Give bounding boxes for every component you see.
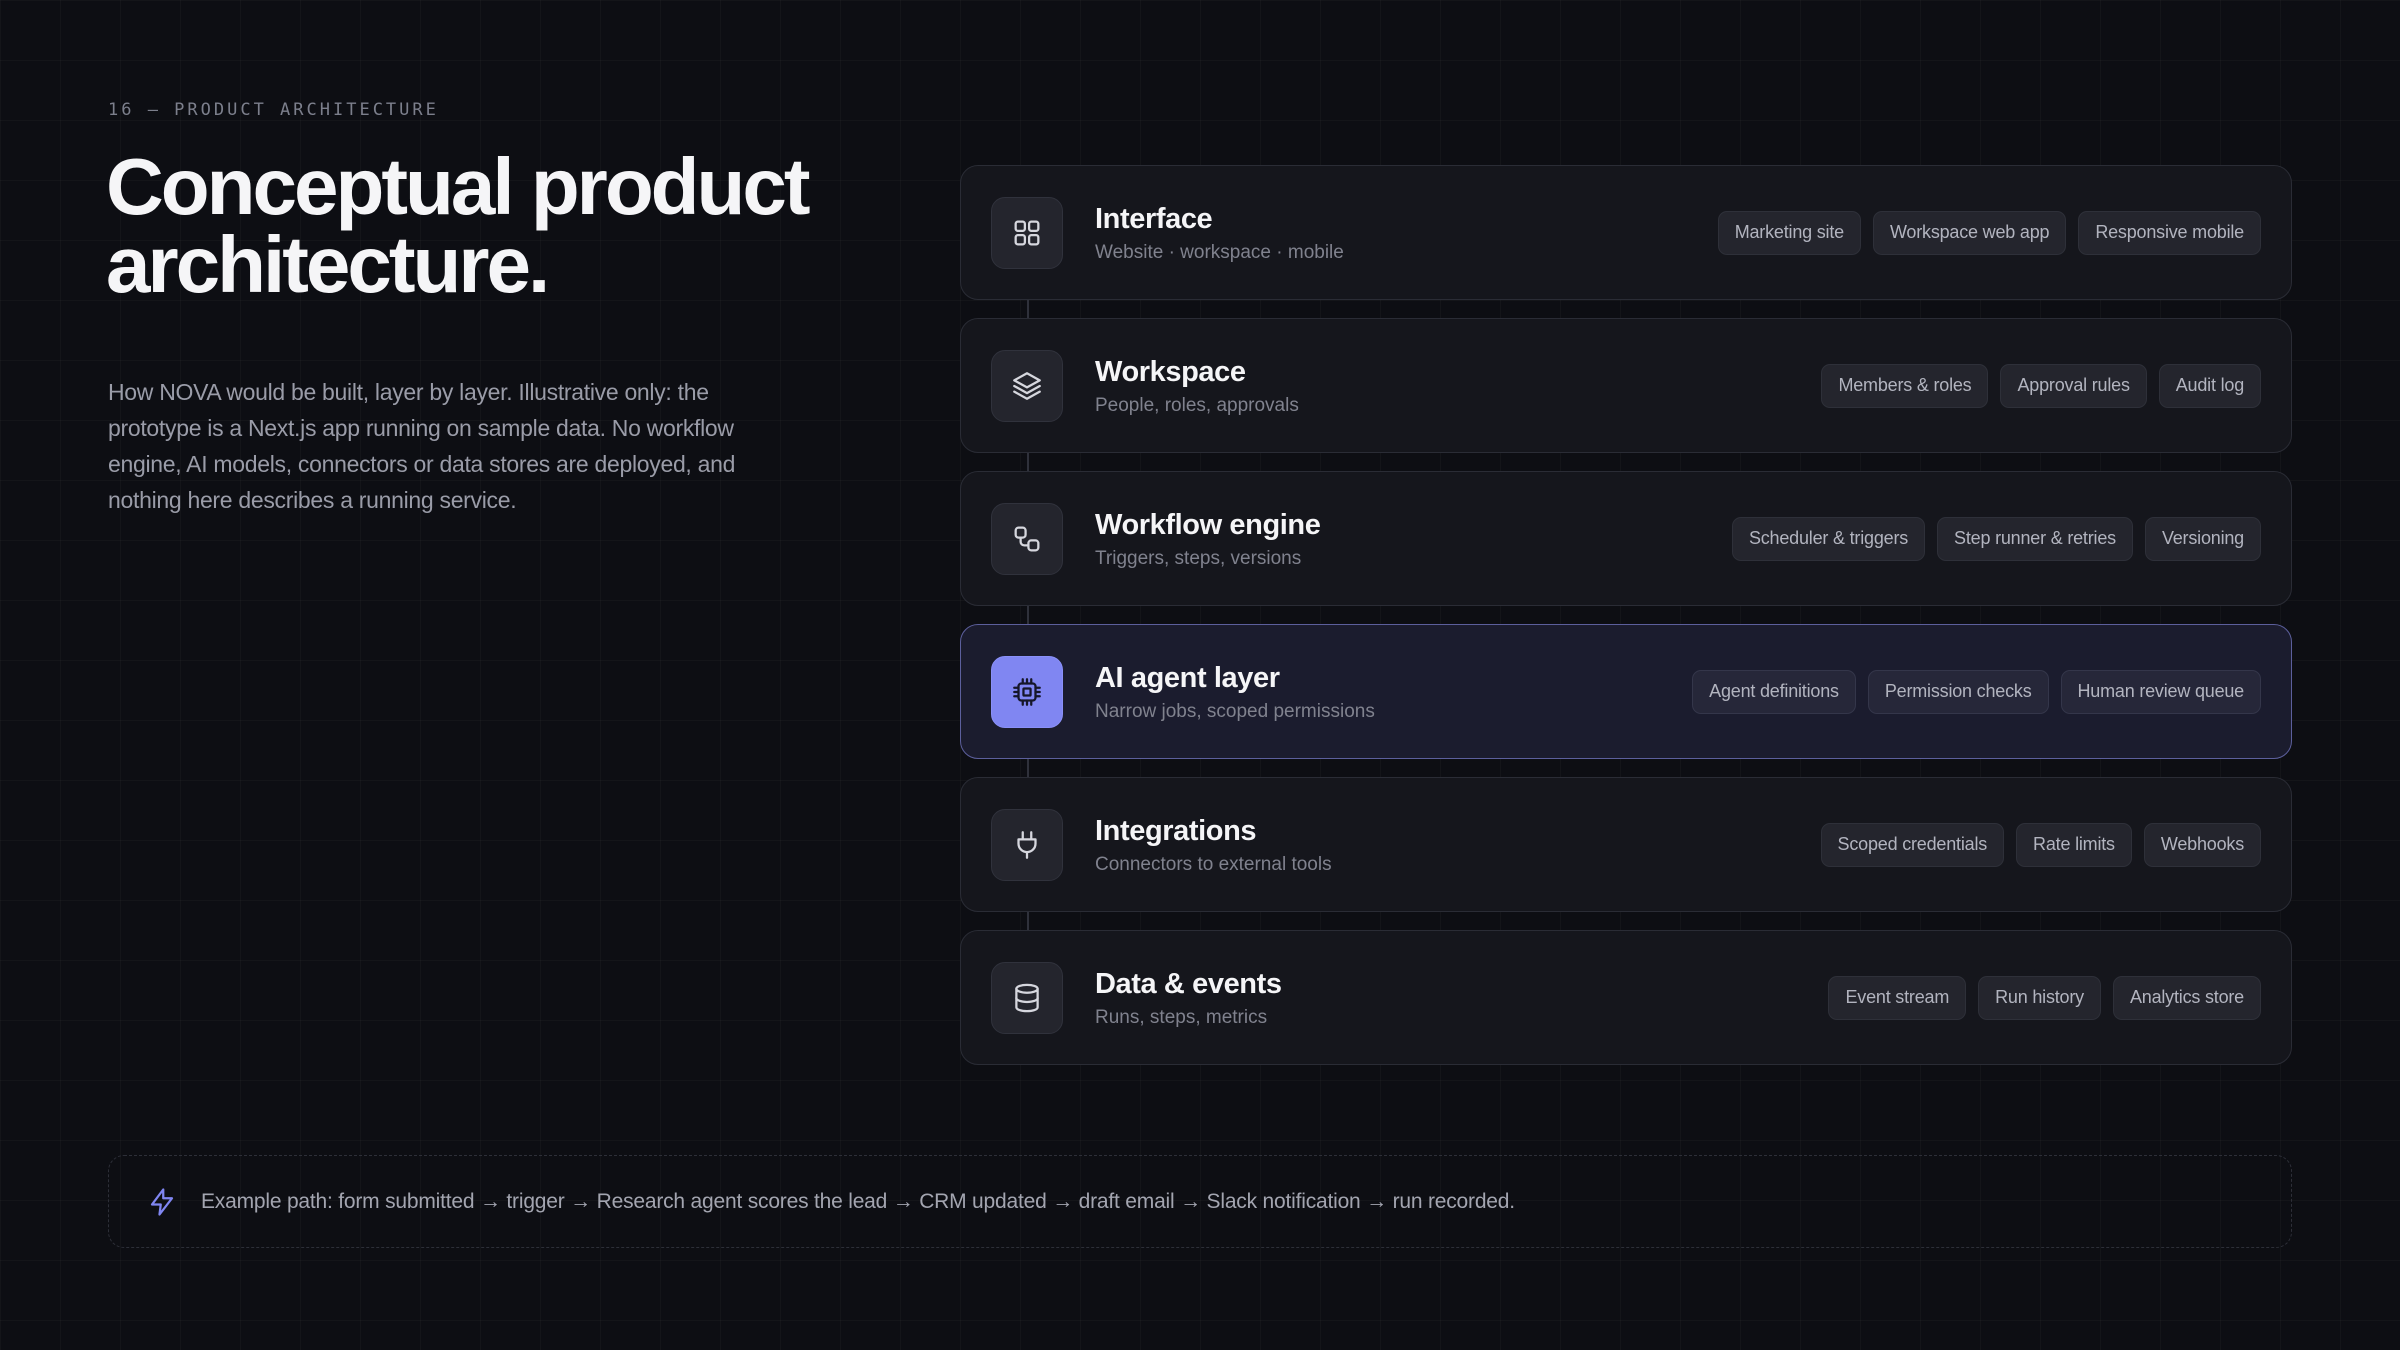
layer-text: Integrations Connectors to external tools: [1095, 813, 1821, 877]
layer-card: Interface Website · workspace · mobile Mar…: [960, 165, 2292, 300]
layer-icon-box: [991, 349, 1063, 422]
layer-chip: Approval rules: [2000, 363, 2147, 408]
layer-chip: Scheduler & triggers: [1731, 516, 1926, 561]
layer-chip: Audit log: [2158, 363, 2261, 408]
layer-chips: Scheduler & triggers Step runner & retrie…: [1731, 516, 2261, 561]
database-icon: [1015, 983, 1039, 1012]
layer-icon-box: [991, 655, 1063, 728]
lightning-icon: [150, 1187, 174, 1216]
layer-text: AI agent layer Narrow jobs, scoped permis…: [1095, 660, 1692, 724]
layer-chips: Scoped credentials Rate limits Webhooks: [1820, 822, 2261, 867]
layer-card: Workspace People, roles, approvals Members…: [960, 318, 2292, 453]
layer-icon-box: [991, 961, 1063, 1034]
layer-chip: Webhooks: [2143, 822, 2261, 867]
layer-chip: Versioning: [2144, 516, 2261, 561]
title-line-1: Conceptual product: [106, 142, 811, 231]
layer-chip: Run history: [1978, 975, 2101, 1020]
layer-chip: Human review queue: [2060, 669, 2261, 714]
eyebrow-label: 16 — PRODUCT ARCHITECTURE: [108, 100, 439, 120]
layer-card: Integrations Connectors to external tools…: [960, 777, 2292, 912]
grid-icon: [1014, 220, 1040, 245]
layer-name: Integrations: [1095, 814, 1257, 847]
layer-chip: Permission checks: [1867, 669, 2049, 714]
layer-subtitle: Triggers, steps, versions: [1095, 547, 1302, 569]
layers-icon: [1013, 371, 1041, 400]
layer-card: Workflow engine Triggers, steps, versions…: [960, 471, 2292, 606]
layer-icon-box: [991, 808, 1063, 881]
layer-chips: Agent definitions Permission checks Human …: [1692, 669, 2261, 714]
title-line-2: architecture.: [106, 220, 550, 309]
layer-card: AI agent layer Narrow jobs, scoped permis…: [960, 624, 2292, 759]
layer-chips: Marketing site Workspace web app Responsiv…: [1717, 210, 2261, 255]
layer-chip: Agent definitions: [1692, 669, 1856, 714]
layer-subtitle: Runs, steps, metrics: [1095, 1006, 1268, 1028]
layer-chips: Members & roles Approval rules Audit log: [1821, 363, 2261, 408]
example-path-banner: Example path: form submitted → trigger →…: [108, 1155, 2292, 1248]
layer-subtitle: Narrow jobs, scoped permissions: [1095, 700, 1375, 722]
layer-text: Interface Website · workspace · mobile: [1095, 201, 1718, 265]
layer-name: Interface: [1095, 202, 1213, 235]
layer-chip: Members & roles: [1821, 363, 1989, 408]
layer-subtitle: People, roles, approvals: [1095, 394, 1299, 416]
layer-chip: Event stream: [1828, 975, 1967, 1020]
layer-chip: Responsive mobile: [2078, 210, 2261, 255]
layer-name: AI agent layer: [1095, 661, 1280, 694]
layer-icon-box: [991, 502, 1063, 575]
layer-chip: Rate limits: [2016, 822, 2132, 867]
layer-chip: Workspace web app: [1872, 210, 2067, 255]
layer-chips: Event stream Run history Analytics store: [1828, 975, 2261, 1020]
layer-card: Data & events Runs, steps, metrics Event s…: [960, 930, 2292, 1065]
layer-text: Workflow engine Triggers, steps, versions: [1095, 507, 1732, 571]
layer-name: Data & events: [1095, 967, 1282, 1000]
layer-subtitle: Connectors to external tools: [1095, 853, 1332, 875]
layer-text: Workspace People, roles, approvals: [1095, 354, 1821, 418]
layer-name: Workspace: [1095, 355, 1246, 388]
page-description: How NOVA would be built, layer by layer.…: [108, 379, 736, 513]
layer-chip: Scoped credentials: [1820, 822, 2005, 867]
layer-chip: Marketing site: [1717, 210, 1861, 255]
layer-chip: Analytics store: [2112, 975, 2261, 1020]
cpu-icon: [1013, 677, 1041, 706]
plug-icon: [1017, 830, 1037, 859]
layer-name: Workflow engine: [1095, 508, 1321, 541]
layer-chip: Step runner & retries: [1937, 516, 2133, 561]
workflow-icon: [1014, 526, 1040, 551]
page-title: Conceptual product architecture.: [106, 147, 866, 305]
example-path-text: Example path: form submitted → trigger →…: [201, 1189, 1515, 1213]
layer-subtitle: Website · workspace · mobile: [1095, 241, 1344, 263]
layer-icon-box: [991, 196, 1063, 269]
layer-text: Data & events Runs, steps, metrics: [1095, 966, 1828, 1030]
